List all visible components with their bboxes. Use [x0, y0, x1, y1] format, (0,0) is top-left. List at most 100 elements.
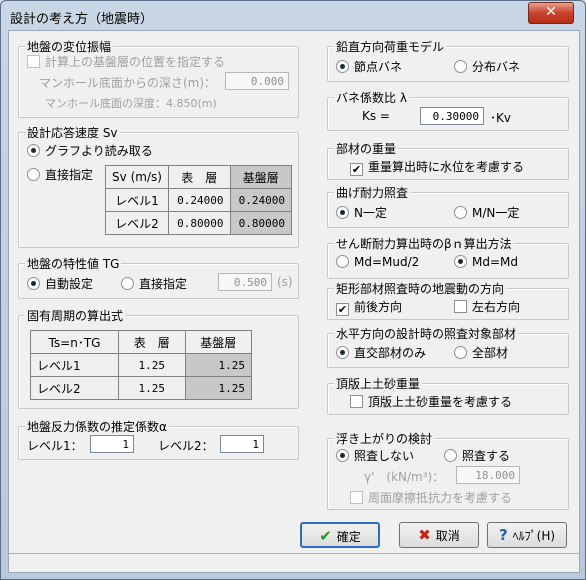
depth-input[interactable]: 0.000	[225, 72, 289, 90]
ks-label: Ks =	[362, 109, 390, 123]
spring-ratio-input[interactable]: 0.30000	[420, 107, 484, 125]
radio-velocity-direct[interactable]: 直接指定	[27, 166, 93, 183]
gamma-input[interactable]: 18.000	[456, 466, 520, 484]
bending-group-title: 曲げ耐力照査	[334, 184, 411, 201]
radio-all-members[interactable]: 全部材	[454, 344, 508, 361]
reaction-group: 地盤反力係数の推定係数α レベル1： 1 レベル2： 1	[18, 418, 299, 460]
radio-dist-spring[interactable]: 分布バネ	[454, 58, 520, 75]
radio-md-md-dot[interactable]	[454, 255, 467, 268]
weight-group: 部材の重量 ✔ 重量算出時に水位を考慮する	[327, 140, 569, 180]
front-back-checkbox-box[interactable]: ✔	[336, 303, 349, 316]
radio-mn-const-dot[interactable]	[454, 206, 467, 219]
level2-input[interactable]: 1	[220, 435, 264, 453]
tg-input[interactable]: 0.500	[218, 273, 272, 291]
velocity-group-title: 設計応答速度 Sv	[25, 124, 120, 141]
radio-velocity-direct-dot[interactable]	[27, 168, 40, 181]
shear-group: せん断耐力算出時のβｎ算出方法 Md=Mud/2 Md=Md	[327, 235, 569, 279]
left-right-checkbox[interactable]: 左右方向	[454, 298, 520, 315]
radio-orthogonal-label: 直交部材のみ	[354, 346, 427, 360]
table-cell: 1.25	[184, 376, 252, 400]
direction-group: 矩形部材照査時の地震動の方向 ✔ 前後方向 左右方向	[327, 280, 569, 320]
cancel-button[interactable]: ✖ 取消	[399, 522, 479, 548]
radio-do-check-label: 照査する	[462, 449, 511, 463]
table-header: 基盤層	[184, 330, 252, 354]
radio-n-const-dot[interactable]	[336, 206, 349, 219]
radio-tg-auto-dot[interactable]	[27, 277, 40, 290]
radio-tg-auto[interactable]: 自動設定	[27, 275, 93, 292]
radio-no-check-dot[interactable]	[336, 449, 349, 462]
tg-group: 地盤の特性値 TG 自動設定 直接指定 0.500 (s)	[18, 255, 299, 299]
level1-input[interactable]: 1	[90, 435, 134, 453]
ok-button[interactable]: ✔ 確定	[300, 522, 380, 548]
table-cell[interactable]: 0.80000	[168, 211, 231, 235]
table-cell[interactable]: 0.24000	[168, 188, 231, 212]
dialog-window: 設計の考え方（地震時） ✕ 地盤の変位振幅 計算上の基盤層の位置を指定する マン…	[0, 0, 586, 580]
water-level-checkbox-label: 重量算出時に水位を考慮する	[368, 160, 525, 174]
table-cell: レベル2	[29, 376, 120, 400]
topsoil-checkbox[interactable]: 頂版上土砂重量を考慮する	[350, 393, 512, 410]
base-layer-checkbox[interactable]: 計算上の基盤層の位置を指定する	[27, 53, 225, 70]
period-group: 固有周期の算出式 Ts=n･TG 表 層 基盤層 レベル1 1.25 1.25 …	[18, 307, 299, 409]
radio-graph-dot[interactable]	[27, 144, 40, 157]
table-row: Sv (m/s) 表 層 基盤層	[105, 165, 292, 189]
table-cell: 0.80000	[229, 211, 292, 235]
question-icon: ?	[498, 526, 508, 544]
radio-n-const[interactable]: N一定	[336, 204, 387, 221]
period-table: Ts=n･TG 表 層 基盤層 レベル1 1.25 1.25 レベル2 1.25…	[29, 330, 252, 400]
displacement-group: 地盤の変位振幅 計算上の基盤層の位置を指定する マンホール底面からの深さ(m)：…	[18, 38, 299, 118]
table-row: レベル1 0.24000 0.24000	[105, 188, 292, 212]
tg-group-title: 地盤の特性値 TG	[25, 255, 122, 272]
dialog-client: 地盤の変位振幅 計算上の基盤層の位置を指定する マンホール底面からの深さ(m)：…	[8, 30, 580, 573]
topsoil-group: 頂版上土砂重量 頂版上土砂重量を考慮する	[327, 375, 569, 415]
radio-orthogonal-dot[interactable]	[336, 346, 349, 359]
help-button[interactable]: ? ﾍﾙﾌﾟ(H)	[487, 522, 567, 548]
window-title: 設計の考え方（地震時）	[10, 12, 154, 27]
topsoil-group-title: 頂版上土砂重量	[334, 375, 423, 392]
radio-do-check[interactable]: 照査する	[444, 447, 510, 464]
friction-checkbox-box[interactable]	[350, 491, 363, 504]
radio-no-check-label: 照査しない	[354, 449, 415, 463]
radio-mn-const[interactable]: M/N一定	[454, 204, 519, 221]
radio-node-spring-dot[interactable]	[336, 60, 349, 73]
radio-tg-direct[interactable]: 直接指定	[121, 275, 187, 292]
table-cell[interactable]: 1.25	[118, 353, 186, 377]
water-level-checkbox[interactable]: ✔ 重量算出時に水位を考慮する	[350, 158, 524, 176]
table-cell[interactable]: 1.25	[118, 376, 186, 400]
topsoil-checkbox-box[interactable]	[350, 395, 363, 408]
radio-node-spring[interactable]: 節点バネ	[336, 58, 402, 75]
radio-tg-direct-dot[interactable]	[121, 277, 134, 290]
front-back-checkbox[interactable]: ✔ 前後方向	[336, 298, 402, 316]
load-model-group-title: 鉛直方向荷重モデル	[334, 38, 447, 55]
water-level-checkbox-box[interactable]: ✔	[350, 163, 363, 176]
title-bar[interactable]: 設計の考え方（地震時） ✕	[1, 1, 585, 31]
radio-no-check[interactable]: 照査しない	[336, 447, 414, 464]
radio-orthogonal[interactable]: 直交部材のみ	[336, 344, 426, 361]
base-layer-checkbox-box[interactable]	[27, 55, 40, 68]
spring-group-title: バネ係数比 λ	[334, 89, 409, 106]
ok-button-label: 確定	[336, 530, 361, 544]
radio-md-md[interactable]: Md=Md	[454, 255, 518, 269]
shear-group-title: せん断耐力算出時のβｎ算出方法	[334, 235, 514, 252]
radio-dist-spring-dot[interactable]	[454, 60, 467, 73]
table-header: 表 層	[118, 330, 186, 354]
table-row: レベル2 1.25 1.25	[29, 376, 252, 400]
table-cell: レベル1	[29, 353, 120, 377]
horizontal-group: 水平方向の設計時の照査対象部材 直交部材のみ 全部材	[327, 325, 569, 368]
weight-group-title: 部材の重量	[334, 140, 399, 157]
table-cell: 1.25	[184, 353, 252, 377]
radio-md-half[interactable]: Md=Mud/2	[336, 255, 419, 269]
left-right-checkbox-box[interactable]	[454, 300, 467, 313]
radio-do-check-dot[interactable]	[444, 449, 457, 462]
radio-md-half-dot[interactable]	[336, 255, 349, 268]
close-button[interactable]: ✕	[528, 2, 574, 24]
tg-unit: (s)	[277, 275, 293, 289]
table-header: 基盤層	[229, 165, 292, 189]
radio-n-const-label: N一定	[354, 206, 387, 220]
radio-all-members-dot[interactable]	[454, 346, 467, 359]
radio-md-md-label: Md=Md	[472, 255, 518, 269]
radio-graph[interactable]: グラフより読み取る	[27, 142, 153, 159]
cross-icon: ✖	[418, 526, 431, 544]
friction-checkbox[interactable]: 周面摩擦抵抗力を考慮する	[350, 489, 512, 506]
depth-info: マンホール底面の深度：4.850(m)	[45, 97, 217, 110]
radio-all-members-label: 全部材	[472, 346, 509, 360]
